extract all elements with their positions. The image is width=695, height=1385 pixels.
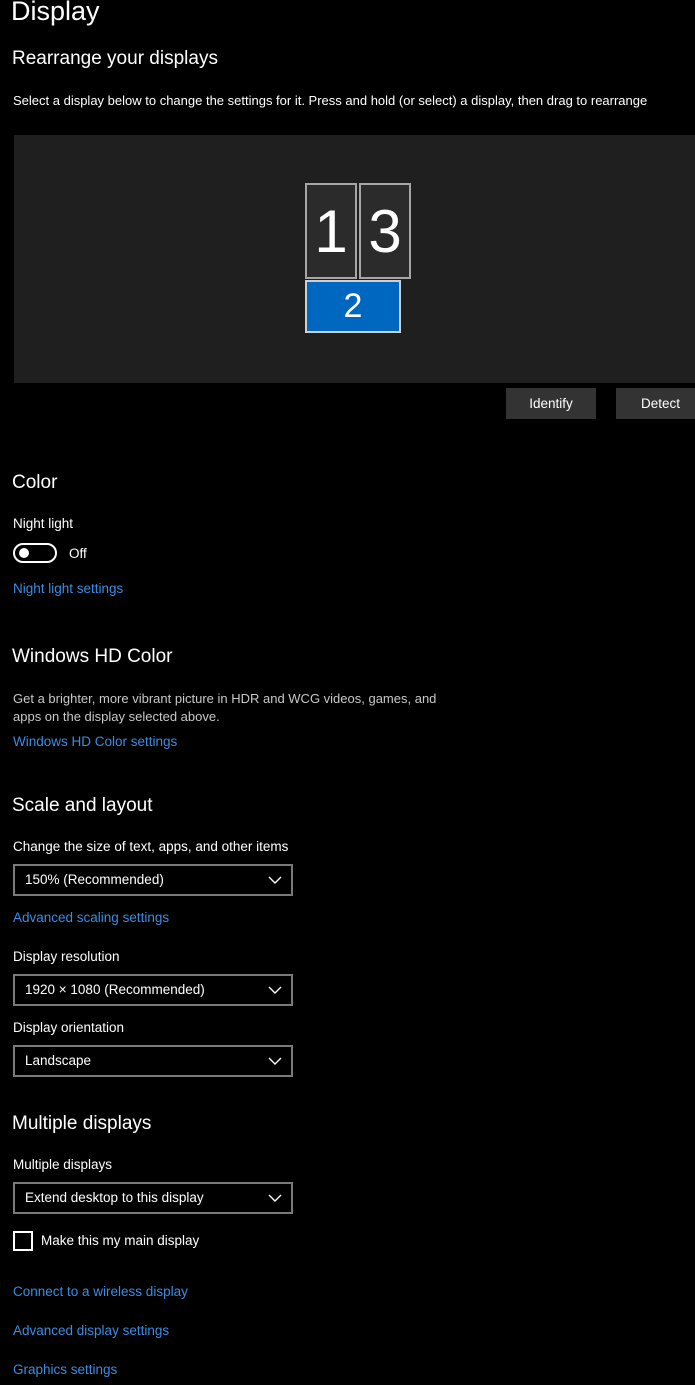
scale-dropdown-value: 150% (Recommended) xyxy=(25,872,164,887)
night-light-state: Off xyxy=(69,546,87,561)
resolution-dropdown-value: 1920 × 1080 (Recommended) xyxy=(25,982,205,997)
orientation-dropdown[interactable]: Landscape xyxy=(13,1045,293,1077)
hd-color-description: Get a brighter, more vibrant picture in … xyxy=(13,691,437,724)
multiple-displays-label: Multiple displays xyxy=(13,1157,113,1172)
monitor-1[interactable]: 1 xyxy=(305,183,357,279)
main-display-checkbox[interactable] xyxy=(13,1231,33,1251)
night-light-settings-link[interactable]: Night light settings xyxy=(13,580,123,598)
wireless-display-link[interactable]: Connect to a wireless display xyxy=(13,1283,188,1301)
monitor-1-label: 1 xyxy=(314,197,348,265)
scale-label: Change the size of text, apps, and other… xyxy=(13,839,289,854)
chevron-down-icon xyxy=(268,876,282,884)
scale-dropdown[interactable]: 150% (Recommended) xyxy=(13,864,293,896)
color-heading: Color xyxy=(12,472,58,493)
monitor-3[interactable]: 3 xyxy=(359,183,411,279)
monitor-2-label: 2 xyxy=(343,287,363,325)
chevron-down-icon xyxy=(268,1194,282,1202)
display-arrangement-area[interactable]: 1 3 2 xyxy=(14,135,695,383)
night-light-label: Night light xyxy=(13,516,74,531)
rearrange-instruction: Select a display below to change the set… xyxy=(13,93,648,108)
hd-color-settings-link[interactable]: Windows HD Color settings xyxy=(13,733,177,751)
chevron-down-icon xyxy=(268,986,282,994)
advanced-display-settings-link[interactable]: Advanced display settings xyxy=(13,1322,169,1340)
monitor-3-label: 3 xyxy=(368,197,402,265)
chevron-down-icon xyxy=(268,1057,282,1065)
hd-color-heading: Windows HD Color xyxy=(12,646,173,667)
main-display-checkbox-label[interactable]: Make this my main display xyxy=(41,1232,199,1250)
resolution-label: Display resolution xyxy=(13,949,120,964)
graphics-settings-link[interactable]: Graphics settings xyxy=(13,1361,117,1379)
advanced-scaling-link[interactable]: Advanced scaling settings xyxy=(13,909,169,927)
rearrange-heading: Rearrange your displays xyxy=(12,48,218,69)
night-light-toggle[interactable] xyxy=(13,543,57,563)
monitor-2[interactable]: 2 xyxy=(305,280,401,333)
multiple-displays-heading: Multiple displays xyxy=(12,1113,152,1134)
page-title: Display xyxy=(11,0,100,26)
detect-button[interactable]: Detect xyxy=(616,388,695,419)
orientation-dropdown-value: Landscape xyxy=(25,1053,92,1068)
resolution-dropdown[interactable]: 1920 × 1080 (Recommended) xyxy=(13,974,293,1006)
scale-layout-heading: Scale and layout xyxy=(12,795,153,816)
orientation-label: Display orientation xyxy=(13,1020,125,1035)
multiple-displays-dropdown-value: Extend desktop to this display xyxy=(25,1190,204,1205)
toggle-knob xyxy=(19,548,29,558)
identify-button[interactable]: Identify xyxy=(506,388,596,419)
multiple-displays-dropdown[interactable]: Extend desktop to this display xyxy=(13,1182,293,1214)
